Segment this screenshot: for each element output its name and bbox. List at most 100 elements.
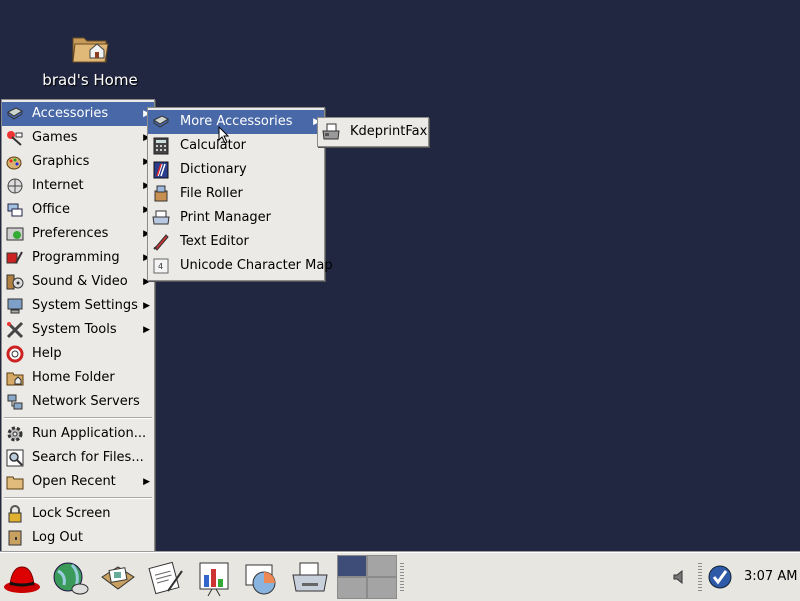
menu-item-network-servers[interactable]: Network Servers	[2, 390, 154, 414]
menu-item-label: Log Out	[32, 530, 83, 545]
menu-item-label: System Tools	[32, 322, 117, 337]
menu-item-accessories[interactable]: Accessories ▶	[2, 102, 154, 126]
redhat-main-menu-icon[interactable]	[2, 559, 42, 597]
volume-icon[interactable]	[672, 569, 688, 585]
dictionary-icon	[153, 161, 169, 179]
accessories-submenu: More Accessories ▶ Calculator Dictionary…	[147, 107, 333, 281]
spreadsheet-icon[interactable]	[242, 559, 282, 597]
workspace-switcher	[337, 555, 397, 599]
menu-item-system-tools[interactable]: System Tools ▶	[2, 318, 154, 342]
print-manager-icon[interactable]	[290, 559, 330, 597]
menu-item-label: Unicode Character Map	[180, 258, 333, 273]
menu-item-label: Text Editor	[180, 234, 249, 249]
menu-item-internet[interactable]: Internet ▶	[2, 174, 154, 198]
menu-item-home-folder[interactable]: Home Folder	[2, 366, 154, 390]
menu-item-label: Dictionary	[180, 162, 247, 177]
office-icon	[7, 203, 23, 217]
menu-item-sound-video[interactable]: Sound & Video ▶	[2, 270, 154, 294]
panel-drag-handle[interactable]	[400, 563, 404, 591]
print-manager-icon	[152, 210, 170, 225]
menu-item-label: Open Recent	[32, 474, 116, 489]
menu-item-kdeprintfax[interactable]: KdeprintFax	[318, 120, 428, 144]
menu-item-label: Search for Files...	[32, 450, 144, 465]
home-folder-desktop-icon[interactable]: brad's Home	[38, 26, 142, 89]
menu-item-label: Graphics	[32, 154, 90, 169]
search-files-icon	[6, 449, 24, 467]
calculator-icon	[153, 137, 169, 155]
menu-item-log-out[interactable]: Log Out	[2, 526, 154, 550]
network-servers-icon	[7, 394, 23, 410]
preferences-icon	[6, 227, 24, 241]
submenu-arrow-icon: ▶	[143, 477, 150, 487]
workspace-1[interactable]	[337, 555, 367, 577]
accessories-icon	[153, 115, 170, 128]
character-map-icon: 4	[153, 258, 169, 274]
help-icon	[6, 345, 24, 363]
workspace-3[interactable]	[337, 577, 367, 599]
menu-item-label: Games	[32, 130, 78, 145]
menu-item-open-recent[interactable]: Open Recent ▶	[2, 470, 154, 494]
word-processor-icon[interactable]	[146, 559, 186, 597]
menu-item-graphics[interactable]: Graphics ▶	[2, 150, 154, 174]
submenu-arrow-icon: ▶	[143, 325, 150, 335]
menu-item-lock-screen[interactable]: Lock Screen	[2, 502, 154, 526]
games-icon	[7, 131, 23, 146]
bottom-panel: 3:07 AM	[0, 552, 800, 601]
menu-item-more-accessories[interactable]: More Accessories ▶	[148, 110, 324, 134]
menu-item-dictionary[interactable]: Dictionary	[148, 158, 324, 182]
menu-item-calculator[interactable]: Calculator	[148, 134, 324, 158]
menu-item-file-roller[interactable]: File Roller	[148, 182, 324, 206]
log-out-icon	[8, 530, 22, 546]
mouse-pointer-icon	[218, 126, 230, 144]
menu-item-text-editor[interactable]: Text Editor	[148, 230, 324, 254]
run-application-icon	[7, 426, 23, 442]
menu-item-unicode-character-map[interactable]: 4 Unicode Character Map	[148, 254, 333, 278]
lock-icon	[8, 505, 22, 523]
menu-item-label: Lock Screen	[32, 506, 111, 521]
menu-item-games[interactable]: Games ▶	[2, 126, 154, 150]
menu-item-programming[interactable]: Programming ▶	[2, 246, 154, 270]
email-icon[interactable]	[98, 559, 138, 597]
menu-item-search-files[interactable]: Search for Files...	[2, 446, 154, 470]
workspace-4[interactable]	[367, 577, 397, 599]
svg-text:4: 4	[158, 262, 163, 271]
menu-item-label: Internet	[32, 178, 84, 193]
menu-item-label: Sound & Video	[32, 274, 128, 289]
menu-item-label: Office	[32, 202, 70, 217]
menu-item-run-application[interactable]: Run Application...	[2, 422, 154, 446]
programming-icon	[6, 251, 23, 264]
menu-item-print-manager[interactable]: Print Manager	[148, 206, 324, 230]
file-roller-icon	[154, 185, 168, 202]
menu-item-office[interactable]: Office ▶	[2, 198, 154, 222]
menu-item-label: File Roller	[180, 186, 243, 201]
clock[interactable]: 3:07 AM	[744, 569, 797, 584]
panel-drag-handle[interactable]	[698, 563, 702, 591]
menu-item-label: Help	[32, 346, 62, 361]
accessories-icon	[7, 107, 24, 120]
menu-item-label: Home Folder	[32, 370, 115, 385]
menu-item-label: System Settings	[32, 298, 138, 313]
text-editor-icon	[153, 234, 169, 251]
web-browser-icon[interactable]	[50, 559, 90, 597]
applications-menu: Accessories ▶ Games ▶ Graphics ▶ Interne…	[1, 99, 155, 553]
menu-item-label: Print Manager	[180, 210, 272, 225]
menu-item-label: Run Application...	[32, 426, 147, 441]
fax-icon	[322, 123, 340, 140]
menu-item-help[interactable]: Help	[2, 342, 154, 366]
home-folder-icon	[72, 37, 109, 63]
graphics-icon	[6, 156, 22, 170]
menu-item-label: More Accessories	[180, 114, 293, 129]
open-recent-icon	[6, 476, 24, 490]
menu-item-label: KdeprintFax	[350, 124, 428, 139]
sound-video-icon	[6, 274, 24, 290]
menu-item-label: Programming	[32, 250, 120, 265]
update-agent-icon[interactable]	[708, 565, 732, 589]
workspace-2[interactable]	[367, 555, 397, 577]
system-tools-icon	[6, 321, 24, 339]
presentation-icon[interactable]	[194, 559, 234, 597]
submenu-arrow-icon: ▶	[143, 301, 150, 311]
menu-item-system-settings[interactable]: System Settings ▶	[2, 294, 154, 318]
menu-item-label: Accessories	[32, 106, 109, 121]
menu-item-label: Network Servers	[32, 394, 140, 409]
menu-item-preferences[interactable]: Preferences ▶	[2, 222, 154, 246]
